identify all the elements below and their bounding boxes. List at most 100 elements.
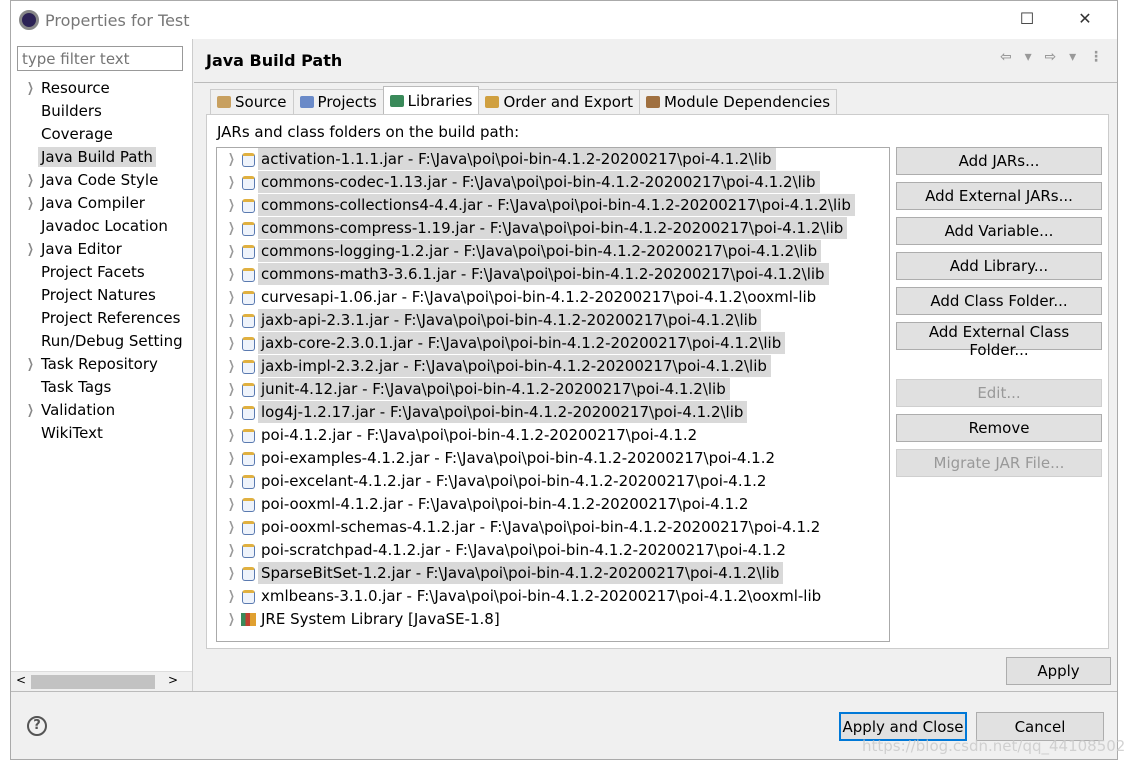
list-item[interactable]: ❯ jaxb-core-2.3.0.1.jar - F:\Java\poi\poi… <box>217 332 889 355</box>
expand-arrow-icon[interactable]: ❯ <box>228 309 235 332</box>
list-item[interactable]: ❯ poi-ooxml-schemas-4.1.2.jar - F:\Java\p… <box>217 516 889 539</box>
tree-item-label: WikiText <box>41 424 103 442</box>
close-button[interactable]: ✕ <box>1075 9 1095 29</box>
tree-item[interactable]: Project Facets <box>11 261 193 284</box>
list-item[interactable]: ❯ curvesapi-1.06.jar - F:\Java\poi\poi-bi… <box>217 286 889 309</box>
list-item[interactable]: ❯ commons-codec-1.13.jar - F:\Java\poi\po… <box>217 171 889 194</box>
jar-icon <box>242 544 255 558</box>
jar-icon <box>242 567 255 581</box>
expand-arrow-icon[interactable]: ❯ <box>228 424 235 447</box>
expand-arrow-icon[interactable]: ❯ <box>27 353 34 376</box>
tree-item[interactable]: Java Build Path <box>11 146 193 169</box>
list-item[interactable]: ❯ poi-scratchpad-4.1.2.jar - F:\Java\poi\… <box>217 539 889 562</box>
page-header: Java Build Path ⇦ ▾ ⇨ ▾ ⋮ <box>194 39 1117 83</box>
expand-arrow-icon[interactable]: ❯ <box>27 192 34 215</box>
apply-button[interactable]: Apply <box>1006 657 1111 685</box>
tab-module-dependencies[interactable]: Module Dependencies <box>638 89 838 114</box>
add-library-button[interactable]: Add Library... <box>896 252 1102 280</box>
list-item[interactable]: ❯ xmlbeans-3.1.0.jar - F:\Java\poi\poi-bi… <box>217 585 889 608</box>
tree-item[interactable]: ❯ Java Compiler <box>11 192 193 215</box>
page-title: Java Build Path <box>206 51 343 70</box>
tree-item[interactable]: WikiText <box>11 422 193 445</box>
list-item[interactable]: ❯ activation-1.1.1.jar - F:\Java\poi\poi-… <box>217 148 889 171</box>
list-item[interactable]: ❯ poi-ooxml-4.1.2.jar - F:\Java\poi\poi-b… <box>217 493 889 516</box>
navigation-arrows[interactable]: ⇦ ▾ ⇨ ▾ ⋮ <box>1000 49 1107 65</box>
list-item[interactable]: ❯ commons-compress-1.19.jar - F:\Java\poi… <box>217 217 889 240</box>
expand-arrow-icon[interactable]: ❯ <box>228 516 235 539</box>
expand-arrow-icon[interactable]: ❯ <box>27 169 34 192</box>
add-variable-button[interactable]: Add Variable... <box>896 217 1102 245</box>
entry-text: commons-codec-1.13.jar - F:\Java\poi\poi… <box>258 171 820 193</box>
tab-order-and-export[interactable]: Order and Export <box>478 89 640 114</box>
tree-item[interactable]: ❯ Java Editor <box>11 238 193 261</box>
add-external-jars-button[interactable]: Add External JARs... <box>896 182 1102 210</box>
expand-arrow-icon[interactable]: ❯ <box>228 171 235 194</box>
scroll-left-icon[interactable]: < <box>16 673 26 687</box>
expand-arrow-icon[interactable]: ❯ <box>228 539 235 562</box>
expand-arrow-icon[interactable]: ❯ <box>228 148 235 171</box>
list-item[interactable]: ❯ poi-examples-4.1.2.jar - F:\Java\poi\po… <box>217 447 889 470</box>
build-path-list[interactable]: ❯ activation-1.1.1.jar - F:\Java\poi\poi-… <box>216 147 890 642</box>
horizontal-scrollbar[interactable]: < > <box>11 671 192 691</box>
expand-arrow-icon[interactable]: ❯ <box>228 332 235 355</box>
expand-arrow-icon[interactable]: ❯ <box>228 355 235 378</box>
tree-item[interactable]: ❯ Resource <box>11 77 193 100</box>
list-item[interactable]: ❯ commons-math3-3.6.1.jar - F:\Java\poi\p… <box>217 263 889 286</box>
expand-arrow-icon[interactable]: ❯ <box>228 286 235 309</box>
expand-arrow-icon[interactable]: ❯ <box>228 493 235 516</box>
tree-item[interactable]: Coverage <box>11 123 193 146</box>
list-item[interactable]: ❯ SparseBitSet-1.2.jar - F:\Java\poi\poi-… <box>217 562 889 585</box>
background-window-edge <box>0 0 10 767</box>
entry-text: commons-compress-1.19.jar - F:\Java\poi\… <box>258 217 848 239</box>
list-item[interactable]: ❯ log4j-1.2.17.jar - F:\Java\poi\poi-bin-… <box>217 401 889 424</box>
list-item[interactable]: ❯ junit-4.12.jar - F:\Java\poi\poi-bin-4.… <box>217 378 889 401</box>
expand-arrow-icon[interactable]: ❯ <box>228 378 235 401</box>
jar-icon <box>242 498 255 512</box>
scroll-thumb[interactable] <box>31 675 155 689</box>
add-class-folder-button[interactable]: Add Class Folder... <box>896 287 1102 315</box>
entry-text: junit-4.12.jar - F:\Java\poi\poi-bin-4.1… <box>258 378 730 400</box>
jar-icon <box>242 153 255 167</box>
help-icon[interactable]: ? <box>27 716 47 736</box>
add-jars-button[interactable]: Add JARs... <box>896 147 1102 175</box>
list-item[interactable]: ❯ poi-4.1.2.jar - F:\Java\poi\poi-bin-4.1… <box>217 424 889 447</box>
tree-item[interactable]: Builders <box>11 100 193 123</box>
maximize-button[interactable]: ☐ <box>1017 9 1037 29</box>
list-item[interactable]: ❯ jaxb-api-2.3.1.jar - F:\Java\poi\poi-bi… <box>217 309 889 332</box>
expand-arrow-icon[interactable]: ❯ <box>228 401 235 424</box>
tree-item[interactable]: ❯ Validation <box>11 399 193 422</box>
list-item[interactable]: ❯ commons-logging-1.2.jar - F:\Java\poi\p… <box>217 240 889 263</box>
tree-item[interactable]: ❯ Task Repository <box>11 353 193 376</box>
list-item[interactable]: ❯ jaxb-impl-2.3.2.jar - F:\Java\poi\poi-b… <box>217 355 889 378</box>
expand-arrow-icon[interactable]: ❯ <box>228 194 235 217</box>
tab-projects[interactable]: Projects <box>292 89 384 114</box>
list-item[interactable]: ❯ commons-collections4-4.4.jar - F:\Java\… <box>217 194 889 217</box>
expand-arrow-icon[interactable]: ❯ <box>228 608 235 631</box>
scroll-right-icon[interactable]: > <box>168 673 178 687</box>
expand-arrow-icon[interactable]: ❯ <box>27 77 34 100</box>
tree-item[interactable]: Project Natures <box>11 284 193 307</box>
expand-arrow-icon[interactable]: ❯ <box>228 217 235 240</box>
expand-arrow-icon[interactable]: ❯ <box>228 585 235 608</box>
tree-item[interactable]: ❯ Java Code Style <box>11 169 193 192</box>
remove-button[interactable]: Remove <box>896 414 1102 442</box>
list-item[interactable]: ❯ JRE System Library [JavaSE-1.8] <box>217 608 889 631</box>
tab-source[interactable]: Source <box>210 89 294 114</box>
tree-item[interactable]: Project References <box>11 307 193 330</box>
tree-item[interactable]: Run/Debug Setting <box>11 330 193 353</box>
tree-item[interactable]: Javadoc Location <box>11 215 193 238</box>
entry-text: JRE System Library [JavaSE-1.8] <box>261 610 500 628</box>
expand-arrow-icon[interactable]: ❯ <box>228 447 235 470</box>
expand-arrow-icon[interactable]: ❯ <box>228 240 235 263</box>
list-item[interactable]: ❯ poi-excelant-4.1.2.jar - F:\Java\poi\po… <box>217 470 889 493</box>
page-area: Java Build Path ⇦ ▾ ⇨ ▾ ⋮ Source Projects… <box>194 39 1117 691</box>
tab-libraries[interactable]: Libraries <box>382 86 480 114</box>
expand-arrow-icon[interactable]: ❯ <box>228 562 235 585</box>
expand-arrow-icon[interactable]: ❯ <box>27 238 34 261</box>
add-external-class-folder-button[interactable]: Add External Class Folder... <box>896 322 1102 359</box>
expand-arrow-icon[interactable]: ❯ <box>228 470 235 493</box>
expand-arrow-icon[interactable]: ❯ <box>228 263 235 286</box>
filter-input[interactable] <box>17 46 183 71</box>
tree-item[interactable]: Task Tags <box>11 376 193 399</box>
expand-arrow-icon[interactable]: ❯ <box>27 399 34 422</box>
